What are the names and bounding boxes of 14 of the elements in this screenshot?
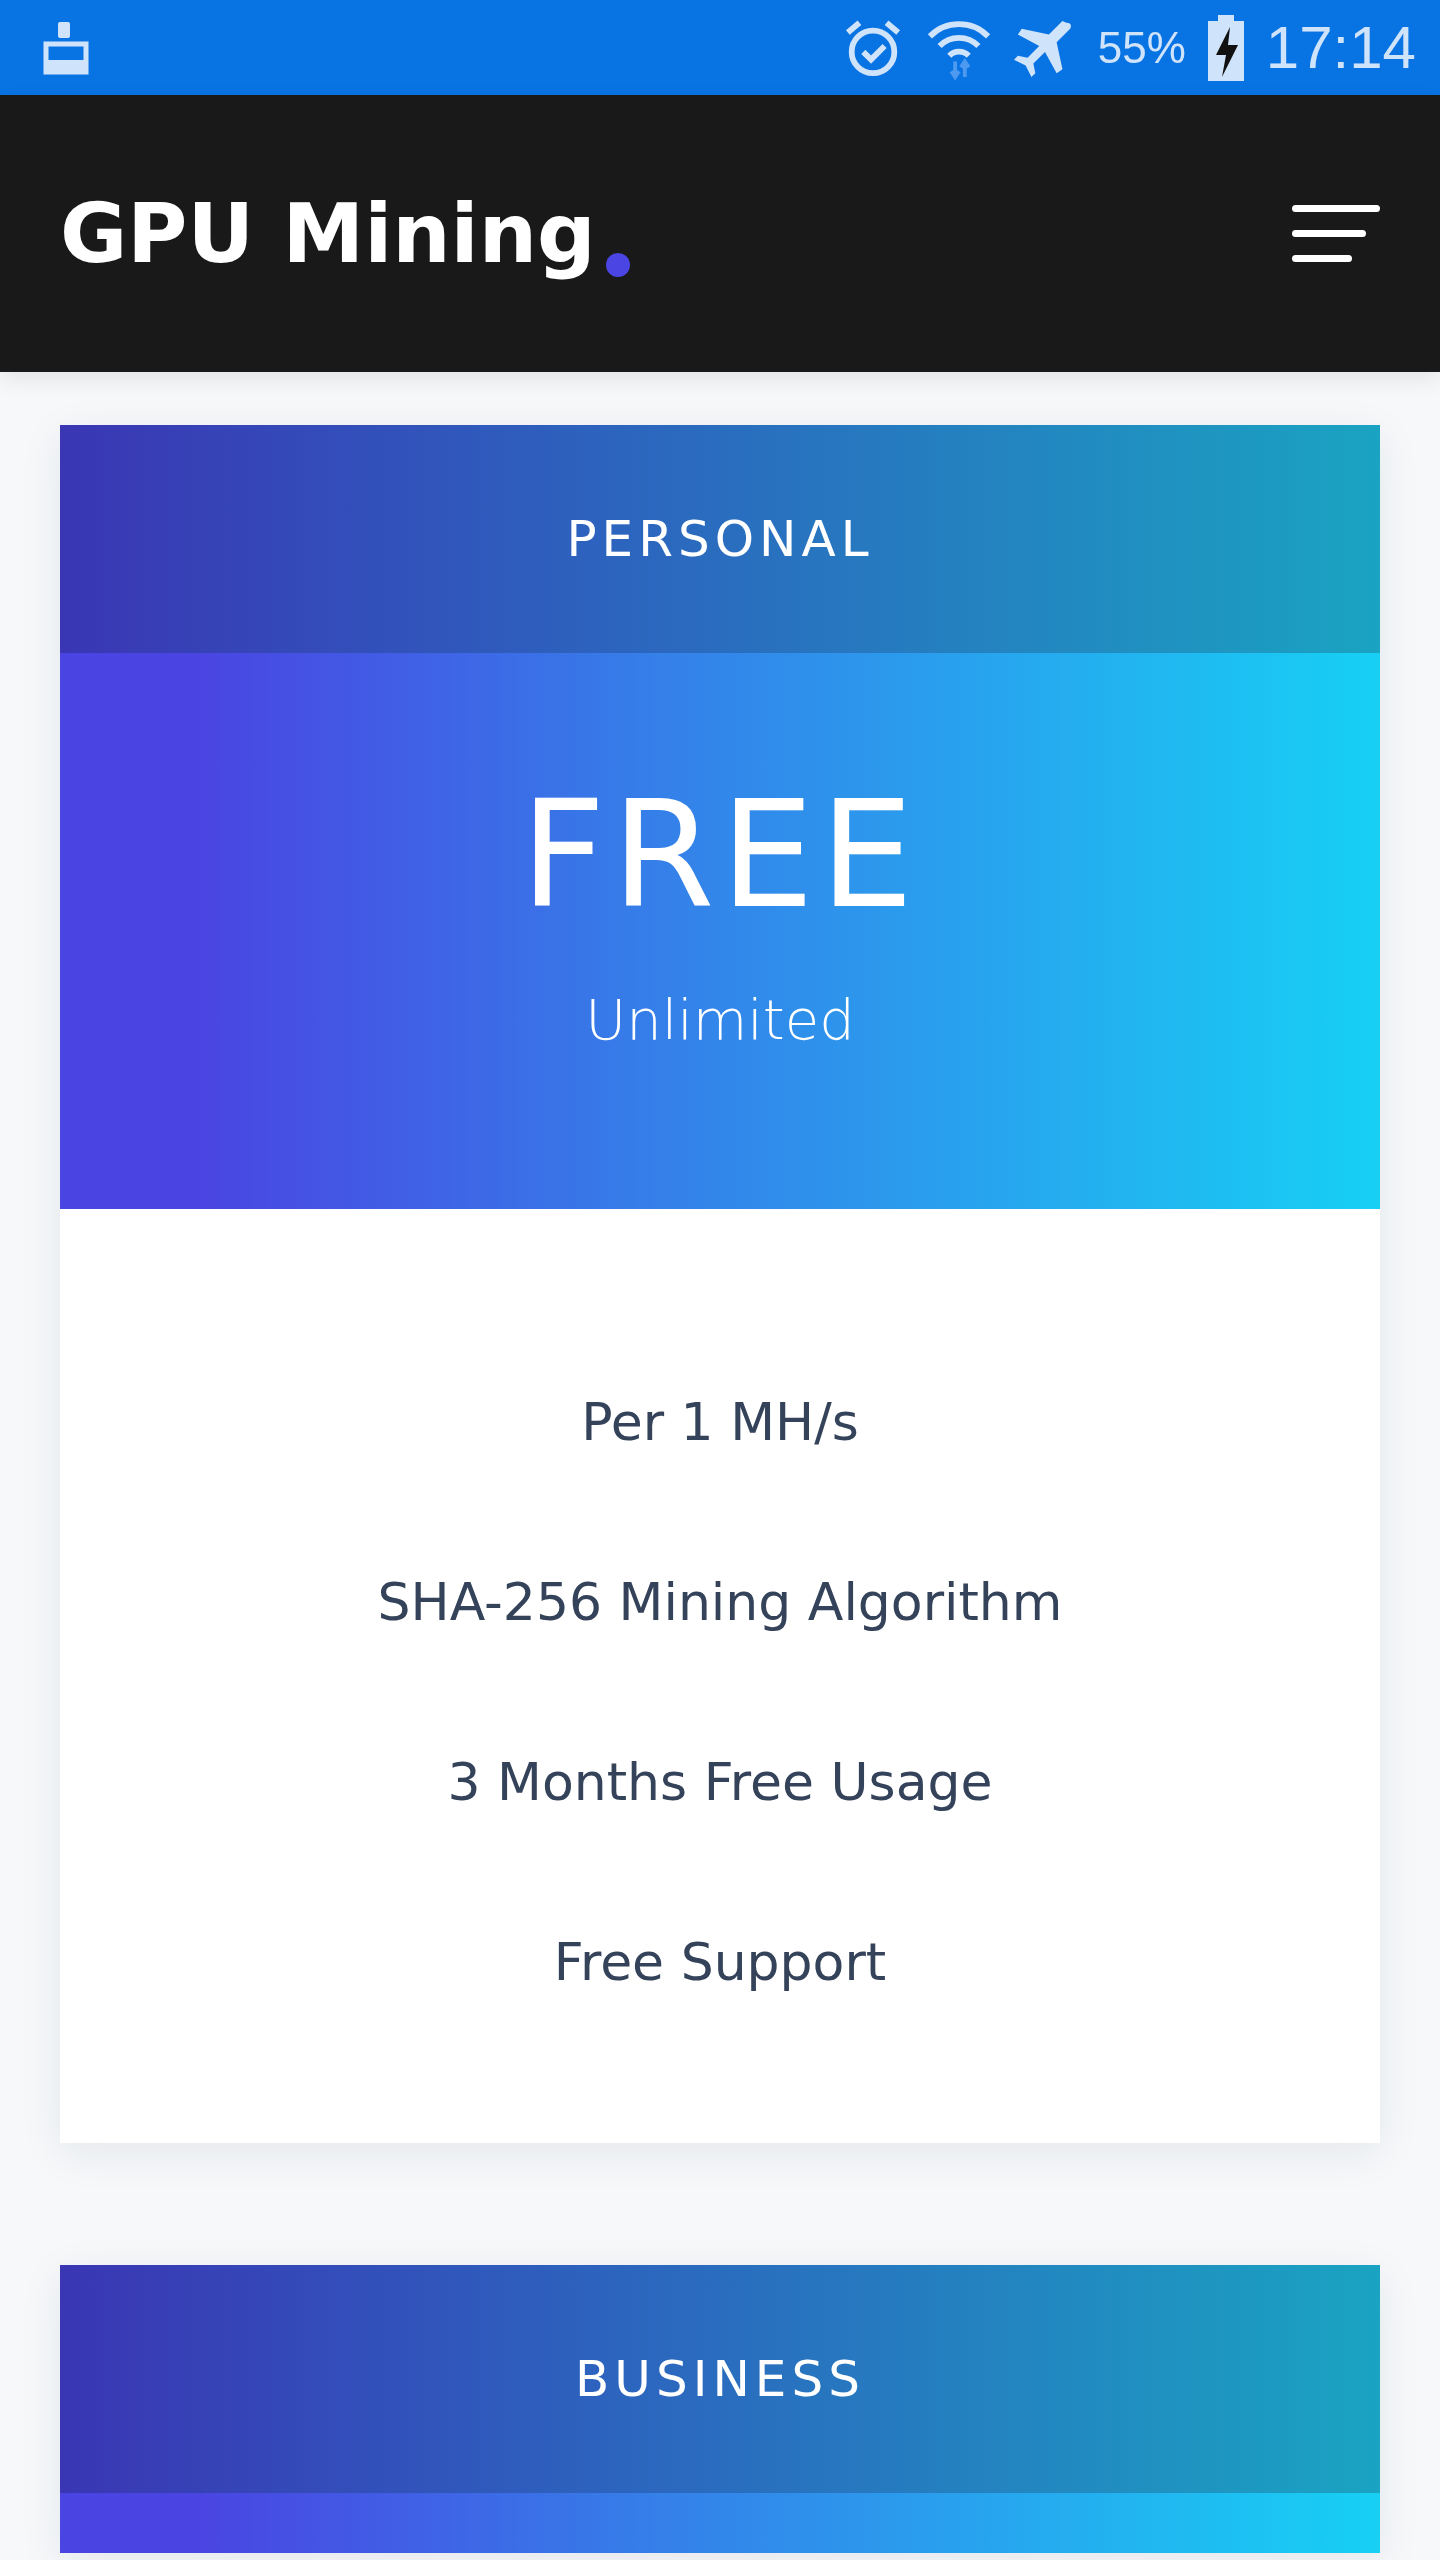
- plan-feature: 3 Months Free Usage: [447, 1751, 993, 1813]
- battery-charging-icon: [1207, 14, 1244, 81]
- battery-percentage: 55%: [1097, 22, 1186, 73]
- menu-icon[interactable]: [1292, 204, 1380, 263]
- plan-feature: Free Support: [553, 1931, 887, 1993]
- plan-feature: Per 1 MH/s: [581, 1391, 859, 1453]
- plan-name: BUSINESS: [575, 2350, 865, 2408]
- clock-time: 17:14: [1265, 13, 1416, 82]
- plan-name: PERSONAL: [566, 510, 874, 568]
- site-logo[interactable]: GPU Mining: [60, 186, 596, 281]
- plan-feature: SHA-256 Mining Algorithm: [377, 1571, 1063, 1633]
- plan-period: Unlimited: [585, 986, 855, 1052]
- logo-dot: [605, 253, 630, 277]
- plan-price: FREE: [520, 780, 920, 929]
